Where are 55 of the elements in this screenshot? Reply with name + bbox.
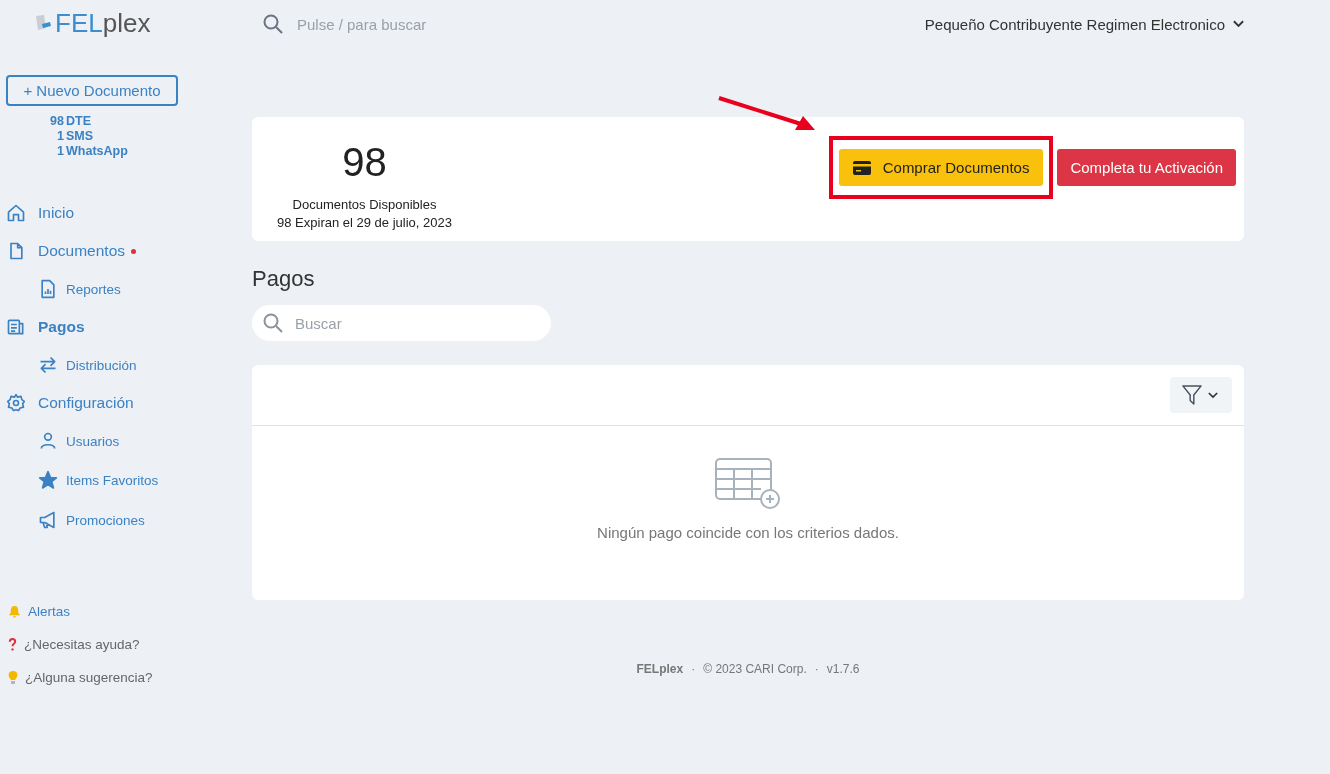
question-mark-icon [8, 638, 17, 651]
gear-icon [6, 393, 26, 413]
nav-item[interactable]: Configuración [38, 394, 134, 412]
bell-icon [8, 605, 21, 618]
count-caption: Documentos Disponibles [292, 196, 437, 214]
footer-separator: · [814, 662, 819, 676]
nav-item[interactable]: Inicio [38, 204, 75, 222]
nav-subitem[interactable]: Distribución [66, 357, 137, 373]
search-field[interactable]: Buscar [252, 305, 551, 341]
light-bulb-icon [8, 670, 18, 685]
nav-subitem[interactable]: Promociones [66, 512, 145, 528]
nav-subitem[interactable]: Usuarios [66, 433, 120, 449]
table-add-icon [715, 458, 781, 510]
logo-text: FELplex [55, 8, 151, 38]
payments-icon [6, 317, 26, 337]
new-document-button[interactable]: + Nuevo Documento [6, 75, 178, 106]
star-icon [38, 470, 58, 490]
credit-count: 1 [56, 144, 65, 158]
credit-label: WhatsApp [66, 144, 129, 158]
credit-label: DTE [66, 114, 92, 128]
credit-card-icon [852, 160, 871, 175]
version-text: v1.7.6 [826, 662, 860, 676]
empty-message: Ningún pago coincide con los criterios dados. [597, 524, 899, 541]
help-link[interactable]: Alertas [28, 604, 71, 619]
chevron-down-icon [1233, 20, 1244, 28]
credit-label: SMS [66, 129, 95, 143]
activation-button[interactable]: Completa tu Activación [1057, 149, 1236, 186]
home-icon [6, 203, 26, 223]
chevron-down-icon [1208, 391, 1218, 399]
filter-button[interactable] [1170, 377, 1232, 413]
filter-icon [1182, 384, 1202, 406]
nav-item[interactable]: Documentos [38, 242, 125, 260]
account-dropdown[interactable]: Pequeño Contribuyente Regimen Electronico [924, 15, 1244, 33]
page-title: Pagos [252, 265, 316, 293]
buy-documents-button[interactable]: Comprar Documentos [838, 149, 1044, 186]
footer-separator: · [691, 662, 696, 676]
receipt-logo-icon [33, 14, 53, 32]
user-icon [38, 431, 58, 451]
documents-count: 98 [342, 140, 387, 184]
search-icon [263, 14, 283, 34]
megaphone-icon [38, 510, 58, 530]
credit-count: 98 [49, 114, 65, 128]
nav-subitem[interactable]: Reportes [66, 281, 121, 297]
nav-item[interactable]: Pagos [38, 318, 85, 336]
copyright-text: © 2023 CARI Corp. [703, 662, 807, 676]
nav-subitem[interactable]: Items Favoritos [66, 472, 159, 488]
credit-count: 1 [56, 129, 65, 143]
footer-brand: FELplex [636, 662, 684, 676]
search-field[interactable]: Pulse / para buscar [295, 14, 599, 34]
search-icon [263, 313, 283, 333]
report-icon [38, 279, 58, 299]
expiry-text: 98 Expiran el 29 de julio, 2023 [277, 214, 452, 232]
transfer-icon [38, 355, 58, 375]
help-link[interactable]: ¿Necesitas ayuda? [24, 637, 140, 652]
help-link[interactable]: ¿Alguna sugerencia? [25, 670, 153, 685]
